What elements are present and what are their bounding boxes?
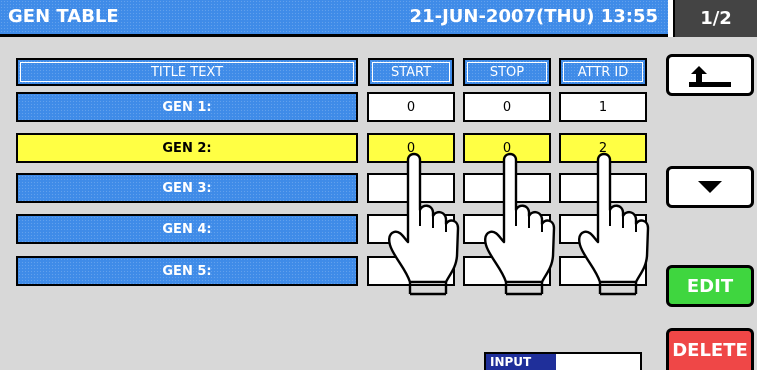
down-triangle-icon xyxy=(698,181,722,193)
edit-button[interactable]: EDIT xyxy=(666,265,754,307)
row-title-gen5[interactable]: GEN 5: xyxy=(16,256,358,286)
col-header-stop: STOP xyxy=(463,58,551,86)
col-header-title-text: TITLE TEXT xyxy=(16,58,358,86)
row-title-gen2[interactable]: GEN 2: xyxy=(16,133,358,163)
cell-stop-gen1[interactable]: 0 xyxy=(463,92,551,122)
cell-start-gen1[interactable]: 0 xyxy=(367,92,455,122)
scroll-down-button[interactable] xyxy=(666,166,754,208)
delete-button[interactable]: DELETE xyxy=(666,328,754,370)
cell-attr-gen1[interactable]: 1 xyxy=(559,92,647,122)
col-header-attr-id: ATTR ID xyxy=(559,58,647,86)
back-button[interactable] xyxy=(666,54,754,96)
row-title-gen4[interactable]: GEN 4: xyxy=(16,214,358,244)
pointing-hand-icon xyxy=(388,152,460,296)
input-field[interactable]: INPUT xyxy=(484,352,642,370)
col-header-start: START xyxy=(368,58,454,86)
pointing-hand-icon xyxy=(484,152,556,296)
input-label: INPUT xyxy=(486,354,556,370)
page-indicator: 1/2 xyxy=(673,0,757,37)
screen-title: GEN TABLE xyxy=(8,6,119,27)
back-arrow-icon xyxy=(689,66,731,87)
title-bar: GEN TABLE 21-JUN-2007(THU) 13:55 xyxy=(0,0,668,37)
row-title-gen1[interactable]: GEN 1: xyxy=(16,92,358,122)
date-time: 21-JUN-2007(THU) 13:55 xyxy=(409,6,658,27)
pointing-hand-icon xyxy=(578,152,650,296)
row-title-gen3[interactable]: GEN 3: xyxy=(16,173,358,203)
